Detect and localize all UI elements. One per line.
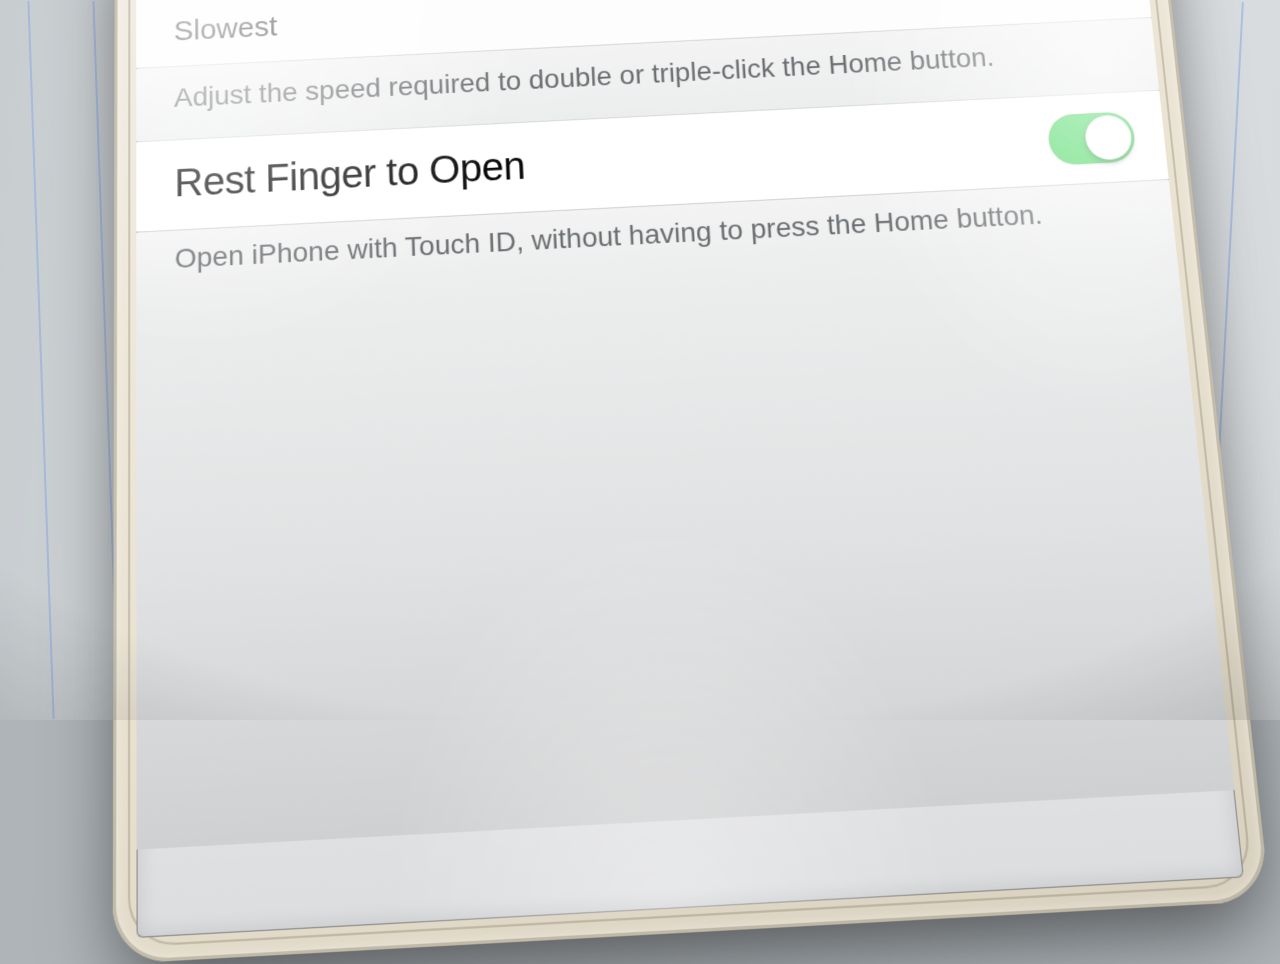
toggle-knob: [1083, 114, 1133, 161]
iphone-device: Slow Slowest Adjust the speed required t…: [113, 0, 1270, 964]
ruled-paper-line: [27, 1, 54, 719]
photo-background: Slow Slowest Adjust the speed required t…: [0, 0, 1280, 720]
option-label: Slowest: [174, 11, 278, 48]
rest-finger-label: Rest Finger to Open: [174, 145, 526, 206]
rest-finger-toggle[interactable]: [1046, 111, 1136, 165]
settings-screen: Slow Slowest Adjust the speed required t…: [136, 0, 1244, 938]
settings-empty-area: [136, 250, 1234, 849]
